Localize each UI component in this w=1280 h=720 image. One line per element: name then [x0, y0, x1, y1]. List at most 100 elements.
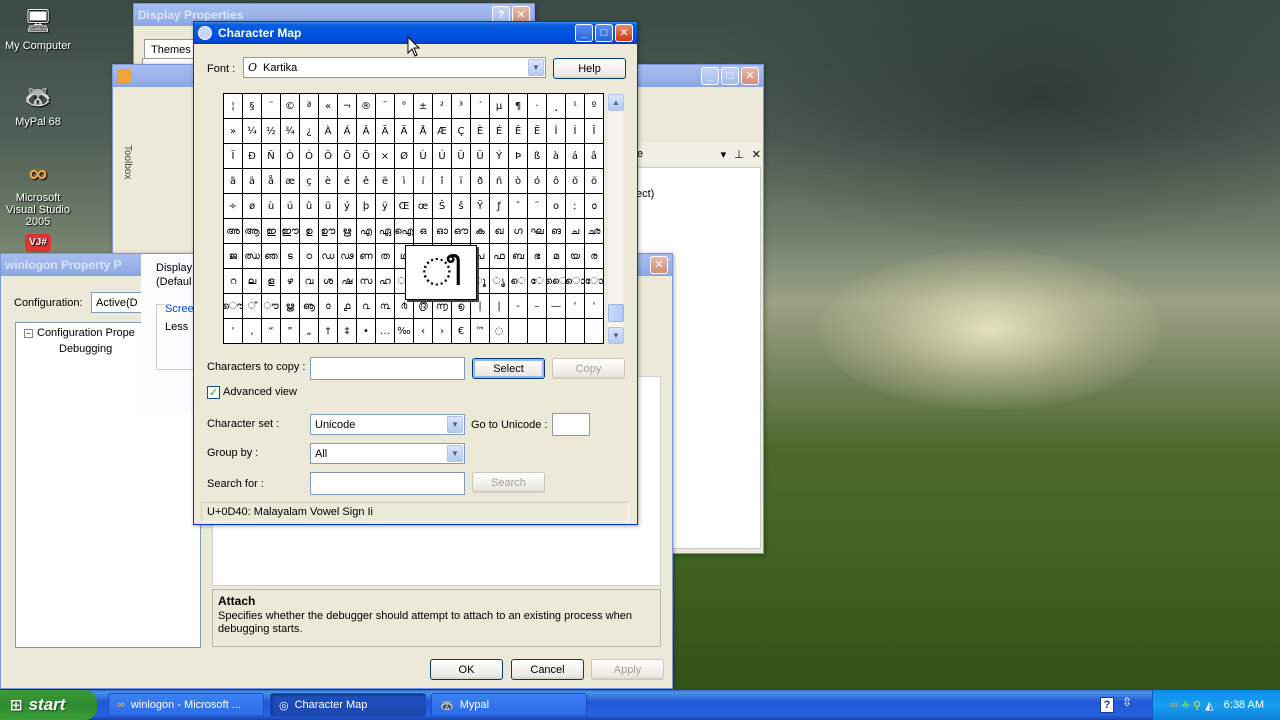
maximize-button[interactable]: □ [721, 67, 739, 85]
character-cell[interactable]: Ô [319, 144, 338, 169]
task-winlogon[interactable]: ∞ winlogon - Microsoft ... [108, 693, 264, 717]
character-cell[interactable]: ണ [357, 244, 376, 269]
character-cell[interactable]: í [414, 169, 433, 194]
character-cell[interactable]: ‹ [414, 319, 433, 344]
character-cell[interactable]: ശ [319, 269, 338, 294]
start-button[interactable]: ⊞ start [0, 690, 97, 720]
character-cell[interactable]: § [243, 94, 262, 119]
character-cell[interactable]: ◌ [490, 319, 509, 344]
character-set-select[interactable]: Unicode ▼ [310, 414, 465, 435]
character-cell[interactable]: ത [376, 244, 395, 269]
character-cell[interactable]: ® [357, 94, 376, 119]
character-cell[interactable]: അ [224, 219, 243, 244]
desktop-icon-mypal[interactable]: 🦝 MyPal 68 [0, 80, 76, 128]
character-cell[interactable]: ƒ [490, 194, 509, 219]
chars-to-copy-input[interactable] [310, 357, 465, 380]
character-cell[interactable]: ¬ [338, 94, 357, 119]
character-cell[interactable]: À [319, 119, 338, 144]
character-cell[interactable]: » [224, 119, 243, 144]
character-cell[interactable]: µ [490, 94, 509, 119]
character-cell[interactable]: ÿ [376, 194, 395, 219]
character-cell[interactable]: Œ [395, 194, 414, 219]
select-button[interactable]: Select [472, 358, 545, 379]
tree-item-debugging[interactable]: Debugging [59, 343, 112, 355]
character-cell[interactable]: ഖ [490, 219, 509, 244]
scroll-down-icon[interactable]: ▼ [608, 327, 624, 344]
character-cell[interactable]: ™ [471, 319, 490, 344]
task-mypal[interactable]: 🦝 Mypal [431, 693, 587, 717]
character-cell[interactable]: Ö [357, 144, 376, 169]
character-grid-scrollbar[interactable]: ▲ ▼ [607, 93, 624, 344]
collapse-icon[interactable]: − [24, 328, 33, 338]
character-cell[interactable]: ç [300, 169, 319, 194]
character-cell[interactable]: õ [566, 169, 585, 194]
character-cell[interactable]: ' [224, 319, 243, 344]
character-cell[interactable]: Í [566, 119, 585, 144]
character-cell[interactable]: വ [300, 269, 319, 294]
character-cell[interactable]: ഘ [528, 219, 547, 244]
character-cell[interactable]: Ë [528, 119, 547, 144]
character-cell[interactable]: Â [357, 119, 376, 144]
search-icon[interactable]: ⚲ [1193, 699, 1201, 712]
character-cell[interactable]: Ê [509, 119, 528, 144]
character-cell[interactable]: ൃ [490, 269, 509, 294]
character-cell[interactable]: ª [300, 94, 319, 119]
character-cell[interactable]: … [376, 319, 395, 344]
character-cell[interactable]: ð [471, 169, 490, 194]
character-cell[interactable]: ആ [243, 219, 262, 244]
toolbox-tab[interactable]: Toolbox [117, 145, 133, 265]
character-cell[interactable]: - [509, 294, 528, 319]
character-cell[interactable]: ൈ [547, 269, 566, 294]
character-cell[interactable]: – [528, 294, 547, 319]
character-cell[interactable]: ß [528, 144, 547, 169]
character-cell[interactable]: ö [585, 169, 604, 194]
character-cell[interactable]: Ç [452, 119, 471, 144]
character-cell[interactable]: Þ [509, 144, 528, 169]
character-cell[interactable]: Ñ [262, 144, 281, 169]
character-cell[interactable]: Ï [224, 144, 243, 169]
character-cell[interactable] [566, 319, 585, 344]
character-cell[interactable]: ² [433, 94, 452, 119]
visual-studio-tray-icon[interactable]: ∞ [1170, 699, 1178, 711]
character-cell[interactable]: ൦ [585, 194, 604, 219]
pin-icon[interactable]: ⊥ [734, 148, 744, 161]
character-cell[interactable]: ഓ [433, 219, 452, 244]
character-cell[interactable]: Ø [395, 144, 414, 169]
character-cell[interactable]: ഏ [376, 219, 395, 244]
character-cell[interactable]: എ [357, 219, 376, 244]
character-cell[interactable]: Ü [471, 144, 490, 169]
character-cell[interactable]: , [243, 319, 262, 344]
character-cell[interactable]: ഢ [338, 244, 357, 269]
ok-button[interactable]: OK [430, 659, 503, 680]
character-cell[interactable]: ː [566, 194, 585, 219]
character-cell[interactable]: ക [471, 219, 490, 244]
character-cell[interactable]: Ù [414, 144, 433, 169]
character-cell[interactable]: « [319, 94, 338, 119]
search-button[interactable]: Search [472, 472, 545, 493]
character-cell[interactable]: ഈ [281, 219, 300, 244]
character-cell[interactable]: ý [338, 194, 357, 219]
character-cell[interactable]: € [452, 319, 471, 344]
character-cell[interactable]: Ÿ [471, 194, 490, 219]
character-cell[interactable]: Ú [433, 144, 452, 169]
character-cell[interactable]: Ð [243, 144, 262, 169]
character-cell[interactable] [585, 319, 604, 344]
character-cell[interactable]: ã [224, 169, 243, 194]
help-button[interactable]: Help [553, 58, 626, 79]
character-cell[interactable]: ' [585, 294, 604, 319]
task-character-map[interactable]: ◎ Character Map [270, 693, 426, 717]
character-cell[interactable]: ഉ [300, 219, 319, 244]
character-cell[interactable]: Æ [433, 119, 452, 144]
dropdown-icon[interactable]: ▾ [721, 148, 727, 161]
character-cell[interactable]: ഠ [300, 244, 319, 269]
character-cell[interactable]: º [585, 94, 604, 119]
character-cell[interactable]: Ì [547, 119, 566, 144]
character-cell[interactable]: ¨ [262, 94, 281, 119]
advanced-view-checkbox[interactable]: ✓ [207, 386, 220, 399]
character-cell[interactable]: ഷ [338, 269, 357, 294]
character-cell[interactable]: — [547, 294, 566, 319]
character-cell[interactable]: Ä [395, 119, 414, 144]
close-button[interactable]: ✕ [741, 67, 759, 85]
character-cell[interactable]: ൠ [281, 294, 300, 319]
character-cell[interactable]: î [433, 169, 452, 194]
